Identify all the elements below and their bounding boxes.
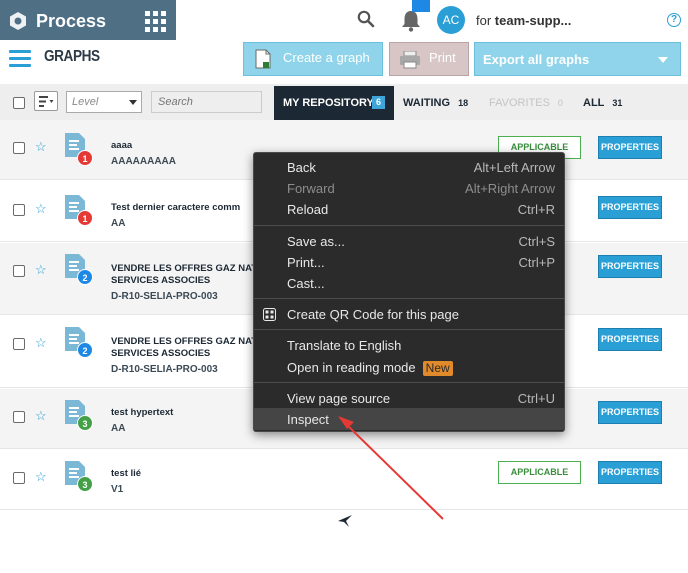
export-label: Export all graphs	[483, 52, 590, 67]
brand-bar: Process	[0, 0, 176, 40]
process-logo-icon	[10, 12, 26, 30]
avatar[interactable]: AC	[437, 6, 465, 34]
context-menu-reload[interactable]: Reload Ctrl+R	[254, 198, 564, 220]
properties-button[interactable]: PROPERTIES	[598, 196, 662, 219]
version-badge: 1	[77, 150, 93, 166]
star-icon[interactable]: ☆	[35, 201, 47, 217]
tab-all[interactable]: ALL 31	[583, 97, 622, 109]
qr-code-icon	[263, 308, 276, 321]
table-row[interactable]: ☆ 3 test lié V1 APPLICABLE PROPERTIES	[0, 450, 688, 510]
tab-my-repository[interactable]: MY REPOSITORY 6	[274, 86, 394, 120]
context-menu: Back Alt+Left Arrow Forward Alt+Right Ar…	[253, 152, 565, 432]
tab-count-badge: 6	[372, 96, 385, 109]
row-code: AA	[111, 218, 126, 229]
row-checkbox[interactable]	[13, 204, 25, 216]
create-graph-label: Create a graph	[283, 50, 370, 65]
export-all-graphs-dropdown[interactable]: Export all graphs	[474, 42, 681, 76]
star-icon[interactable]: ☆	[35, 469, 47, 485]
menu-divider	[254, 382, 564, 383]
menu-divider	[254, 329, 564, 330]
context-menu-print[interactable]: Print... Ctrl+P	[254, 251, 564, 273]
context-menu-translate[interactable]: Translate to English	[254, 334, 564, 356]
star-icon[interactable]: ☆	[35, 262, 47, 278]
create-graph-button[interactable]: Create a graph	[243, 42, 383, 76]
chevron-down-icon	[658, 57, 668, 63]
row-checkbox[interactable]	[13, 338, 25, 350]
version-badge: 3	[77, 415, 93, 431]
tab-count: 18	[458, 98, 469, 108]
print-button[interactable]: Print	[389, 42, 469, 76]
properties-button[interactable]: PROPERTIES	[598, 461, 662, 484]
tab-label: FAVORITES	[489, 97, 550, 109]
sort-button[interactable]	[34, 91, 58, 111]
row-checkbox[interactable]	[13, 142, 25, 154]
version-badge: 2	[77, 269, 93, 285]
row-title[interactable]: aaaa	[111, 140, 132, 152]
context-menu-forward[interactable]: Forward Alt+Right Arrow	[254, 177, 564, 199]
level-select-value: Level	[72, 96, 99, 108]
context-menu-inspect[interactable]: Inspect	[254, 408, 564, 430]
tab-waiting[interactable]: WAITING 18	[403, 97, 468, 109]
row-title[interactable]: test hypertext	[111, 407, 173, 419]
sort-icon	[39, 96, 54, 107]
row-code: V1	[111, 484, 124, 495]
properties-button[interactable]: PROPERTIES	[598, 255, 662, 278]
search-input[interactable]	[151, 91, 262, 113]
app-grid-icon[interactable]	[145, 11, 166, 32]
context-menu-reading-mode[interactable]: Open in reading mode New	[254, 356, 564, 378]
level-select[interactable]: Level	[66, 91, 142, 113]
version-badge: 1	[77, 210, 93, 226]
row-checkbox[interactable]	[13, 472, 25, 484]
row-title-line-2[interactable]: SERVICES ASSOCIES	[111, 348, 210, 360]
help-icon[interactable]: ?	[667, 13, 681, 27]
chevron-down-icon	[129, 100, 137, 105]
properties-button[interactable]: PROPERTIES	[598, 136, 662, 159]
context-menu-save-as[interactable]: Save as... Ctrl+S	[254, 230, 564, 252]
page-title: GRAPHS	[44, 48, 100, 65]
version-badge: 3	[77, 476, 93, 492]
status-badge[interactable]: APPLICABLE	[498, 461, 581, 484]
row-title[interactable]: Test dernier caractere comm	[111, 202, 240, 214]
version-badge: 2	[77, 342, 93, 358]
properties-button[interactable]: PROPERTIES	[598, 401, 662, 424]
row-code: D-R10-SELIA-PRO-003	[111, 291, 218, 302]
row-checkbox[interactable]	[13, 265, 25, 277]
tab-count: 31	[612, 98, 623, 108]
organization-name[interactable]: for team-supp...	[476, 13, 571, 28]
menu-divider	[254, 298, 564, 299]
select-all-checkbox[interactable]	[13, 97, 25, 109]
row-title[interactable]: VENDRE LES OFFRES GAZ NATU	[111, 336, 264, 348]
tab-favorites[interactable]: FAVORITES 0	[489, 97, 563, 109]
hamburger-menu-icon[interactable]	[9, 50, 31, 68]
star-icon[interactable]: ☆	[35, 408, 47, 424]
app-name[interactable]: Process	[36, 10, 106, 32]
row-code: AA	[111, 423, 126, 434]
tab-label: ALL	[583, 97, 605, 109]
notification-indicator	[412, 0, 430, 12]
properties-button[interactable]: PROPERTIES	[598, 328, 662, 351]
menu-divider	[254, 225, 564, 226]
row-title-line-2[interactable]: SERVICES ASSOCIES	[111, 275, 210, 287]
row-checkbox[interactable]	[13, 411, 25, 423]
tab-label: WAITING	[403, 97, 451, 109]
context-menu-back[interactable]: Back Alt+Left Arrow	[254, 156, 564, 178]
row-title[interactable]: VENDRE LES OFFRES GAZ NATU	[111, 263, 264, 275]
row-code: AAAAAAAAA	[111, 156, 176, 167]
context-menu-create-qr-code[interactable]: Create QR Code for this page	[254, 303, 564, 325]
tab-label: MY REPOSITORY	[283, 97, 374, 109]
context-menu-cast[interactable]: Cast...	[254, 272, 564, 294]
tab-count: 0	[557, 98, 563, 108]
new-badge: New	[422, 361, 453, 376]
bird-logo-icon	[338, 515, 352, 527]
document-add-icon	[255, 49, 271, 69]
printer-icon	[400, 51, 420, 69]
star-icon[interactable]: ☆	[35, 139, 47, 155]
context-menu-view-page-source[interactable]: View page source Ctrl+U	[254, 387, 564, 409]
star-icon[interactable]: ☆	[35, 335, 47, 351]
print-label: Print	[429, 50, 456, 65]
row-code: D-R10-SELIA-PRO-003	[111, 364, 218, 375]
row-title[interactable]: test lié	[111, 468, 141, 480]
search-icon[interactable]	[357, 10, 375, 28]
